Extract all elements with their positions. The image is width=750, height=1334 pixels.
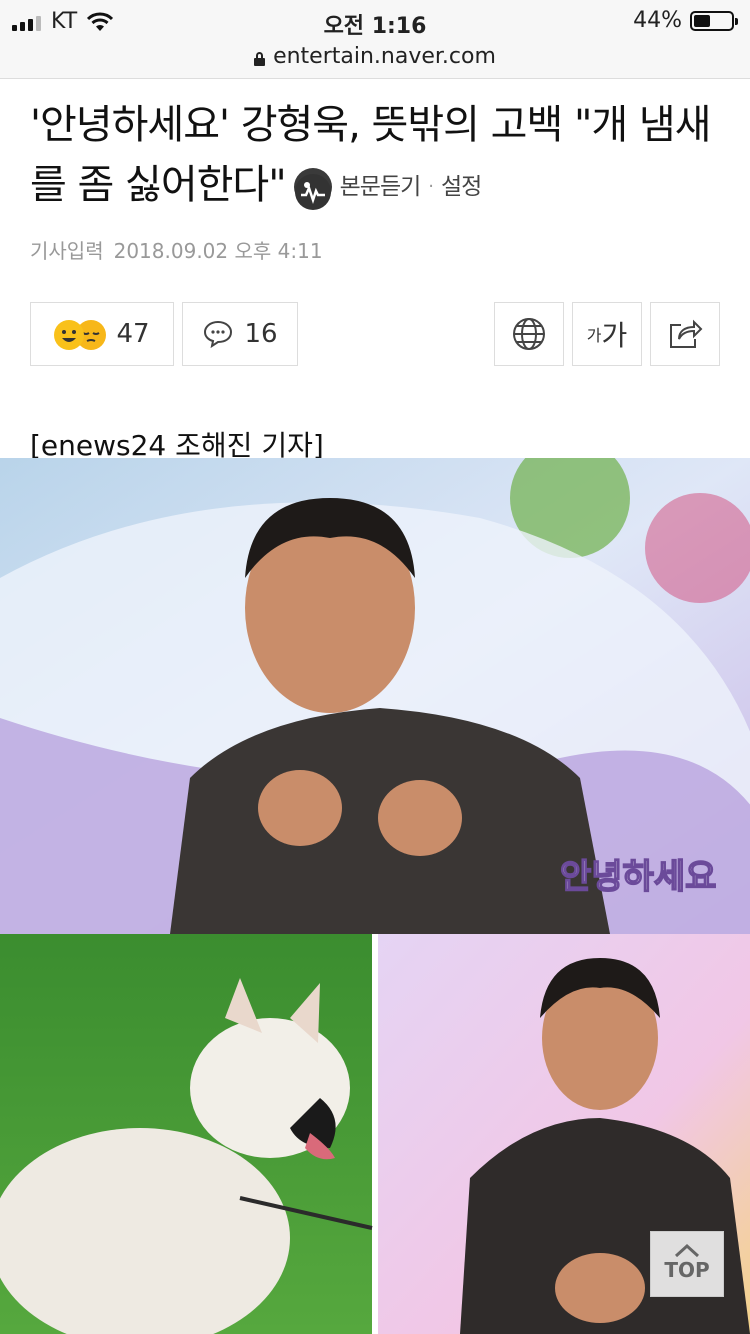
font-small-label: 가 [586, 326, 602, 345]
translate-button[interactable] [494, 302, 564, 366]
emoji-smile-icon [54, 320, 85, 350]
status-bar: KT 오전 1:16 44% [0, 0, 750, 44]
chevron-up-icon [674, 1243, 700, 1258]
article-date: 기사입력 2018.09.02 오후 4:11 [30, 235, 720, 264]
battery-percent: 44% [633, 8, 682, 33]
share-button[interactable] [650, 302, 720, 366]
font-large-label: 가 [601, 319, 628, 352]
status-right: 44% [633, 8, 738, 33]
date-value: 2018.09.02 오후 4:11 [113, 239, 323, 263]
listen-button[interactable]: 본문듣기 [340, 157, 422, 217]
date-label: 기사입력 [30, 239, 104, 263]
globe-icon [513, 318, 545, 350]
url-domain: entertain.naver.com [273, 44, 496, 69]
comment-icon [204, 320, 233, 349]
article-toolbar: 47 16 가가 [30, 302, 720, 368]
scroll-top-button[interactable]: TOP [650, 1231, 724, 1297]
separator-dot: · [428, 176, 434, 197]
font-size-button[interactable]: 가가 [572, 302, 642, 366]
article-title: '안녕하세요' 강형욱, 뜻밖의 고백 "개 냄새를 좀 싫어한다" 본문듣기 · 설… [30, 95, 720, 217]
reaction-count: 47 [116, 319, 150, 349]
settings-link[interactable]: 설정 [441, 157, 482, 217]
photo-logo: 안녕하세요 [560, 857, 716, 897]
article-photo: 안녕하세요 [0, 458, 750, 1334]
lock-icon [254, 52, 266, 66]
address-bar[interactable]: entertain.naver.com [0, 44, 750, 79]
listen-icon[interactable] [293, 168, 332, 210]
share-icon [670, 319, 703, 348]
article: '안녕하세요' 강형욱, 뜻밖의 고백 "개 냄새를 좀 싫어한다" 본문듣기 · 설… [0, 95, 750, 464]
comment-button[interactable]: 16 [182, 302, 298, 366]
listen-controls: 본문듣기 · 설정 [293, 157, 482, 217]
comment-count: 16 [244, 319, 278, 349]
reaction-button[interactable]: 47 [30, 302, 174, 366]
battery-icon [690, 10, 738, 31]
top-label: TOP [664, 1258, 710, 1282]
